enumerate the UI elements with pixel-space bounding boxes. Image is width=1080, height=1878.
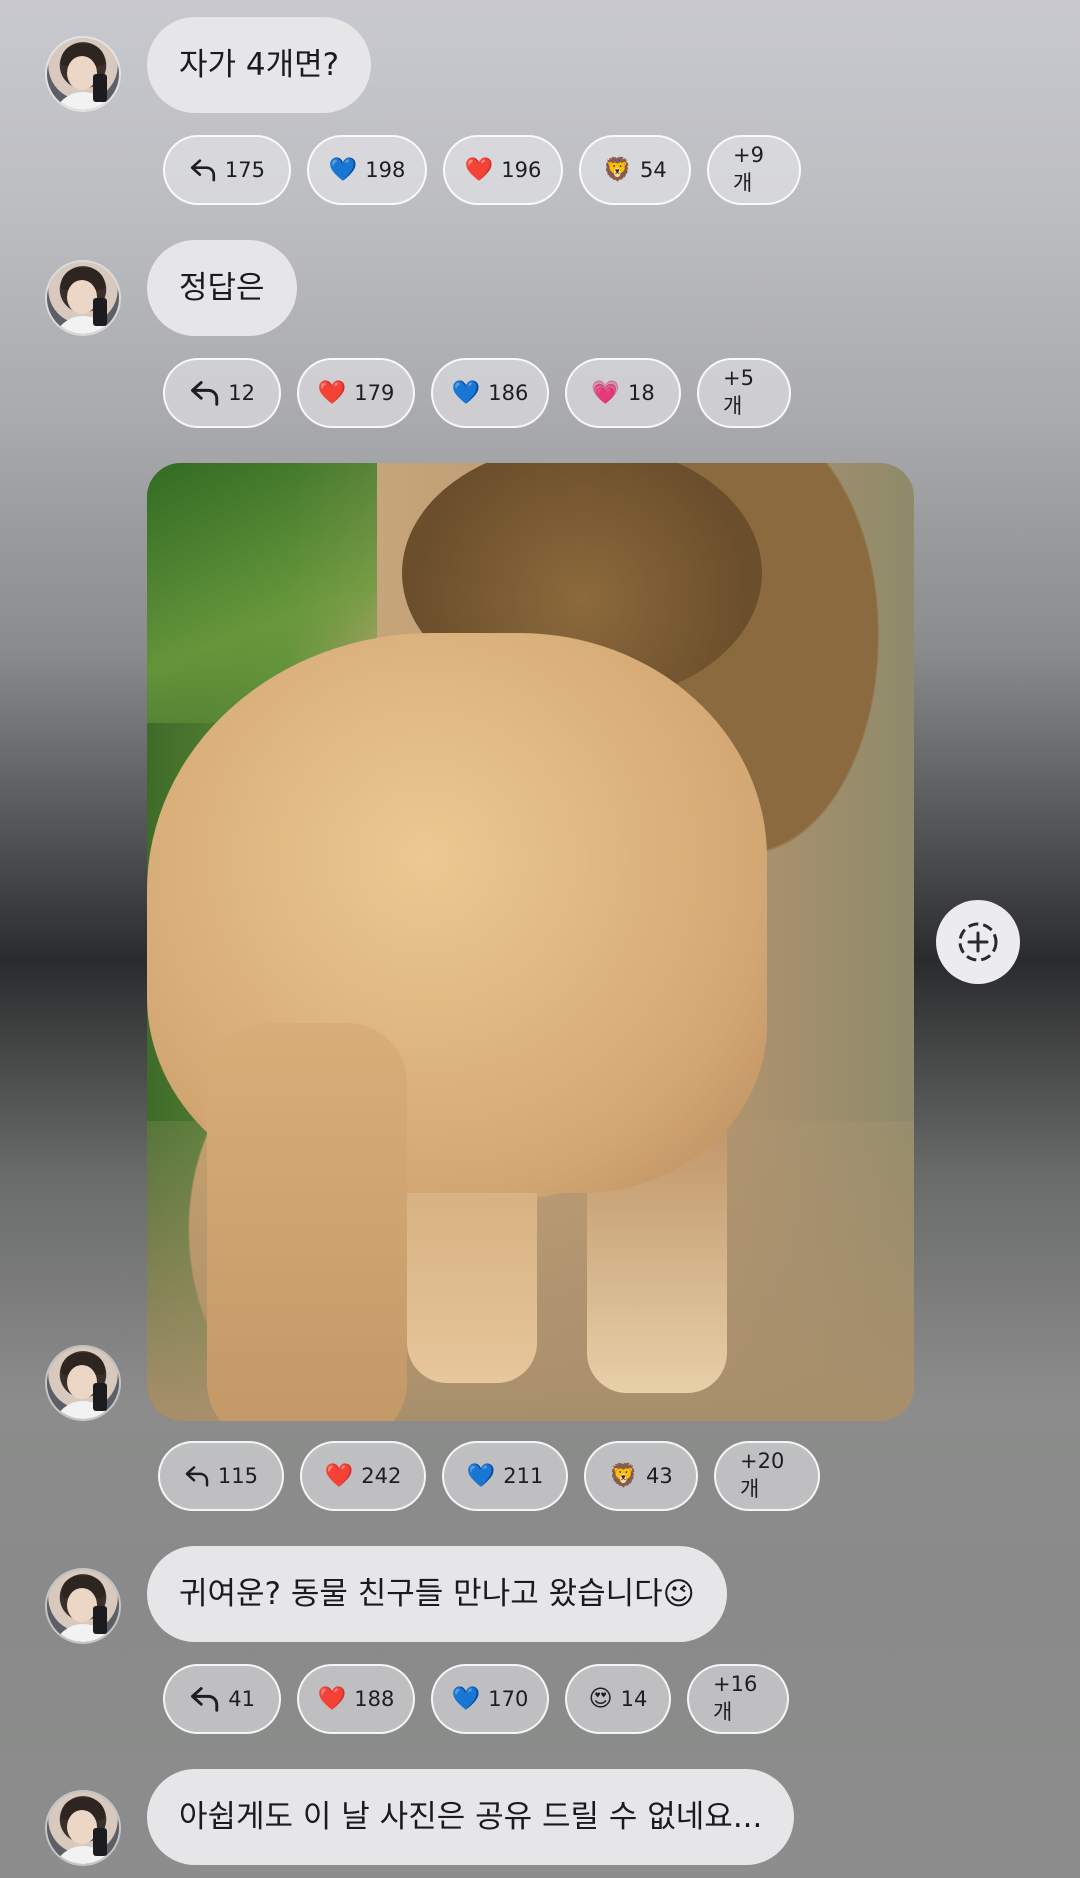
reaction-count: 179 [354, 381, 395, 405]
reaction-bar: 12 ❤️ 179 💙 186 💗 18 +5개 [163, 358, 791, 432]
message-bubble[interactable]: 자가 4개면? [147, 17, 372, 113]
more-reactions-label: +16개 [713, 1672, 758, 1724]
reply-button[interactable]: 175 [163, 135, 291, 205]
more-reactions-chip[interactable]: +5개 [697, 358, 791, 428]
reaction-chip[interactable]: 💗 18 [565, 358, 681, 428]
more-reactions-label: +5개 [723, 366, 754, 418]
reaction-bar: 175 💙 198 ❤️ 196 🦁 54 +9개 [163, 135, 801, 209]
reaction-chip[interactable]: ❤️ 196 [443, 135, 563, 205]
reaction-chip[interactable]: 😍 14 [565, 1664, 671, 1734]
blue-heart-icon: 💙 [451, 379, 481, 406]
reply-icon [185, 1466, 209, 1487]
reaction-chip[interactable]: ❤️ 188 [297, 1664, 415, 1734]
reaction-count: 188 [354, 1687, 395, 1711]
blue-heart-icon: 💙 [328, 156, 358, 183]
add-reaction-icon [958, 922, 998, 962]
reaction-chip[interactable]: 💙 211 [442, 1441, 568, 1511]
heart-eyes-icon: 😍 [588, 1685, 613, 1712]
reply-button[interactable]: 41 [163, 1664, 281, 1734]
reaction-chip[interactable]: ❤️ 242 [300, 1441, 426, 1511]
lion-icon: 🦁 [603, 156, 632, 183]
more-reactions-chip[interactable]: +20개 [714, 1441, 820, 1511]
avatar[interactable] [47, 262, 119, 334]
reaction-count: 43 [645, 1464, 673, 1488]
reply-icon [190, 159, 216, 182]
red-heart-icon: ❤️ [317, 1685, 347, 1712]
reply-button[interactable]: 115 [158, 1441, 284, 1511]
reaction-count: 242 [361, 1464, 402, 1488]
reaction-chip[interactable]: 🦁 43 [584, 1441, 698, 1511]
more-reactions-label: +20개 [740, 1449, 785, 1501]
message-bubble[interactable]: 아쉽게도 이 날 사진은 공유 드릴 수 없네요... [147, 1769, 795, 1865]
reaction-count: 186 [488, 381, 529, 405]
more-reactions-chip[interactable]: +16개 [687, 1664, 789, 1734]
reaction-count: 196 [501, 158, 542, 182]
reply-icon [190, 381, 219, 406]
reaction-chip[interactable]: 💙 170 [431, 1664, 549, 1734]
add-reaction-button[interactable] [936, 900, 1020, 984]
reaction-count: 54 [639, 158, 667, 182]
message-bubble[interactable]: 귀여운? 동물 친구들 만나고 왔습니다😉 [147, 1546, 727, 1642]
reaction-count: 211 [503, 1464, 544, 1488]
reply-count: 41 [228, 1687, 255, 1711]
reaction-count: 170 [488, 1687, 529, 1711]
reply-count: 115 [217, 1464, 258, 1488]
red-heart-icon: ❤️ [324, 1462, 354, 1489]
more-reactions-chip[interactable]: +9개 [707, 135, 801, 205]
blue-heart-icon: 💙 [451, 1685, 481, 1712]
reaction-count: 198 [365, 158, 406, 182]
red-heart-icon: ❤️ [317, 379, 347, 406]
lion-photo[interactable] [147, 463, 914, 1421]
avatar[interactable] [47, 38, 119, 110]
reaction-chip[interactable]: ❤️ 179 [297, 358, 415, 428]
red-heart-icon: ❤️ [464, 156, 494, 183]
message-bubble[interactable]: 정답은 [147, 240, 297, 336]
pink-heart-icon: 💗 [591, 379, 620, 406]
reply-count: 175 [224, 158, 265, 182]
reaction-count: 18 [627, 381, 655, 405]
reply-count: 12 [228, 381, 255, 405]
reaction-bar: 41 ❤️ 188 💙 170 😍 14 +16개 [163, 1664, 789, 1738]
avatar[interactable] [47, 1347, 119, 1419]
reaction-chip[interactable]: 💙 186 [431, 358, 549, 428]
reply-button[interactable]: 12 [163, 358, 281, 428]
reaction-chip[interactable]: 🦁 54 [579, 135, 691, 205]
avatar[interactable] [47, 1570, 119, 1642]
lion-icon: 🦁 [609, 1462, 638, 1489]
reaction-chip[interactable]: 💙 198 [307, 135, 427, 205]
reaction-bar: 115 ❤️ 242 💙 211 🦁 43 +20개 [158, 1441, 820, 1515]
avatar[interactable] [47, 1792, 119, 1864]
reply-icon [190, 1687, 219, 1712]
reaction-count: 14 [620, 1687, 648, 1711]
blue-heart-icon: 💙 [466, 1462, 496, 1489]
more-reactions-label: +9개 [733, 143, 764, 195]
